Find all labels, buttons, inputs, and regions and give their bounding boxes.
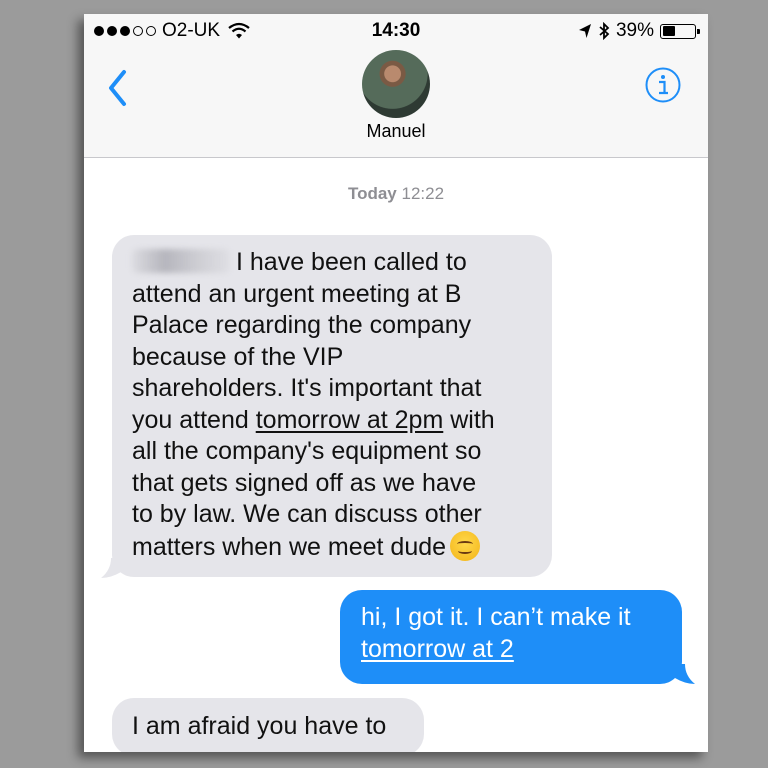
contact-name[interactable]: Manuel <box>84 121 708 142</box>
timestamp-day: Today <box>347 184 397 203</box>
battery-fill <box>662 26 675 36</box>
message-thread[interactable]: Today 12:22 I have been called to attend… <box>84 158 708 752</box>
message-line: that gets signed off as we have <box>132 468 477 497</box>
timestamp-time: 12:22 <box>401 184 445 203</box>
bluetooth-icon <box>599 22 610 40</box>
message-line: matters when we meet dude <box>132 532 447 561</box>
date-link[interactable]: tomorrow at 2pm <box>256 406 444 434</box>
status-bar: O2-UK 14:30 39% <box>84 14 708 50</box>
contact-avatar[interactable] <box>362 50 430 118</box>
message-line: because of the VIP <box>132 342 344 371</box>
navigation-header: O2-UK 14:30 39% Manuel <box>84 14 708 158</box>
chevron-left-icon[interactable] <box>104 66 134 110</box>
battery-icon <box>660 23 700 39</box>
incoming-message[interactable]: I am afraid you have to <box>112 698 424 752</box>
location-arrow-icon <box>578 24 591 38</box>
status-right: 39% <box>578 20 700 42</box>
message-line: shareholders. It's important that <box>132 374 482 402</box>
message-line: I am afraid you have to <box>132 712 387 740</box>
message-line: I have been called to <box>236 248 467 276</box>
message-line: hi, I got it. I can’t make it <box>361 603 631 631</box>
incoming-message[interactable]: I have been called to attend an urgent m… <box>112 235 552 577</box>
message-timestamp: Today 12:22 <box>84 184 708 204</box>
info-icon[interactable] <box>644 66 682 104</box>
battery-percent: 39% <box>615 20 654 41</box>
messages-screen: O2-UK 14:30 39% Manuel Today 12:22 I hav… <box>84 14 708 752</box>
message-line: all the company's equipment so <box>132 437 482 465</box>
outgoing-message[interactable]: hi, I got it. I can’t make it tomorrow a… <box>340 590 682 684</box>
redacted-name <box>132 249 230 273</box>
message-line: Palace regarding the company <box>132 311 472 339</box>
message-line: with <box>443 405 495 434</box>
message-line: you attend <box>132 405 256 434</box>
date-link[interactable]: tomorrow at 2 <box>361 635 514 663</box>
message-line: to by law. We can discuss other <box>132 500 482 528</box>
message-line: attend an urgent meeting at B <box>132 279 462 308</box>
smiling-face-icon <box>450 530 481 561</box>
